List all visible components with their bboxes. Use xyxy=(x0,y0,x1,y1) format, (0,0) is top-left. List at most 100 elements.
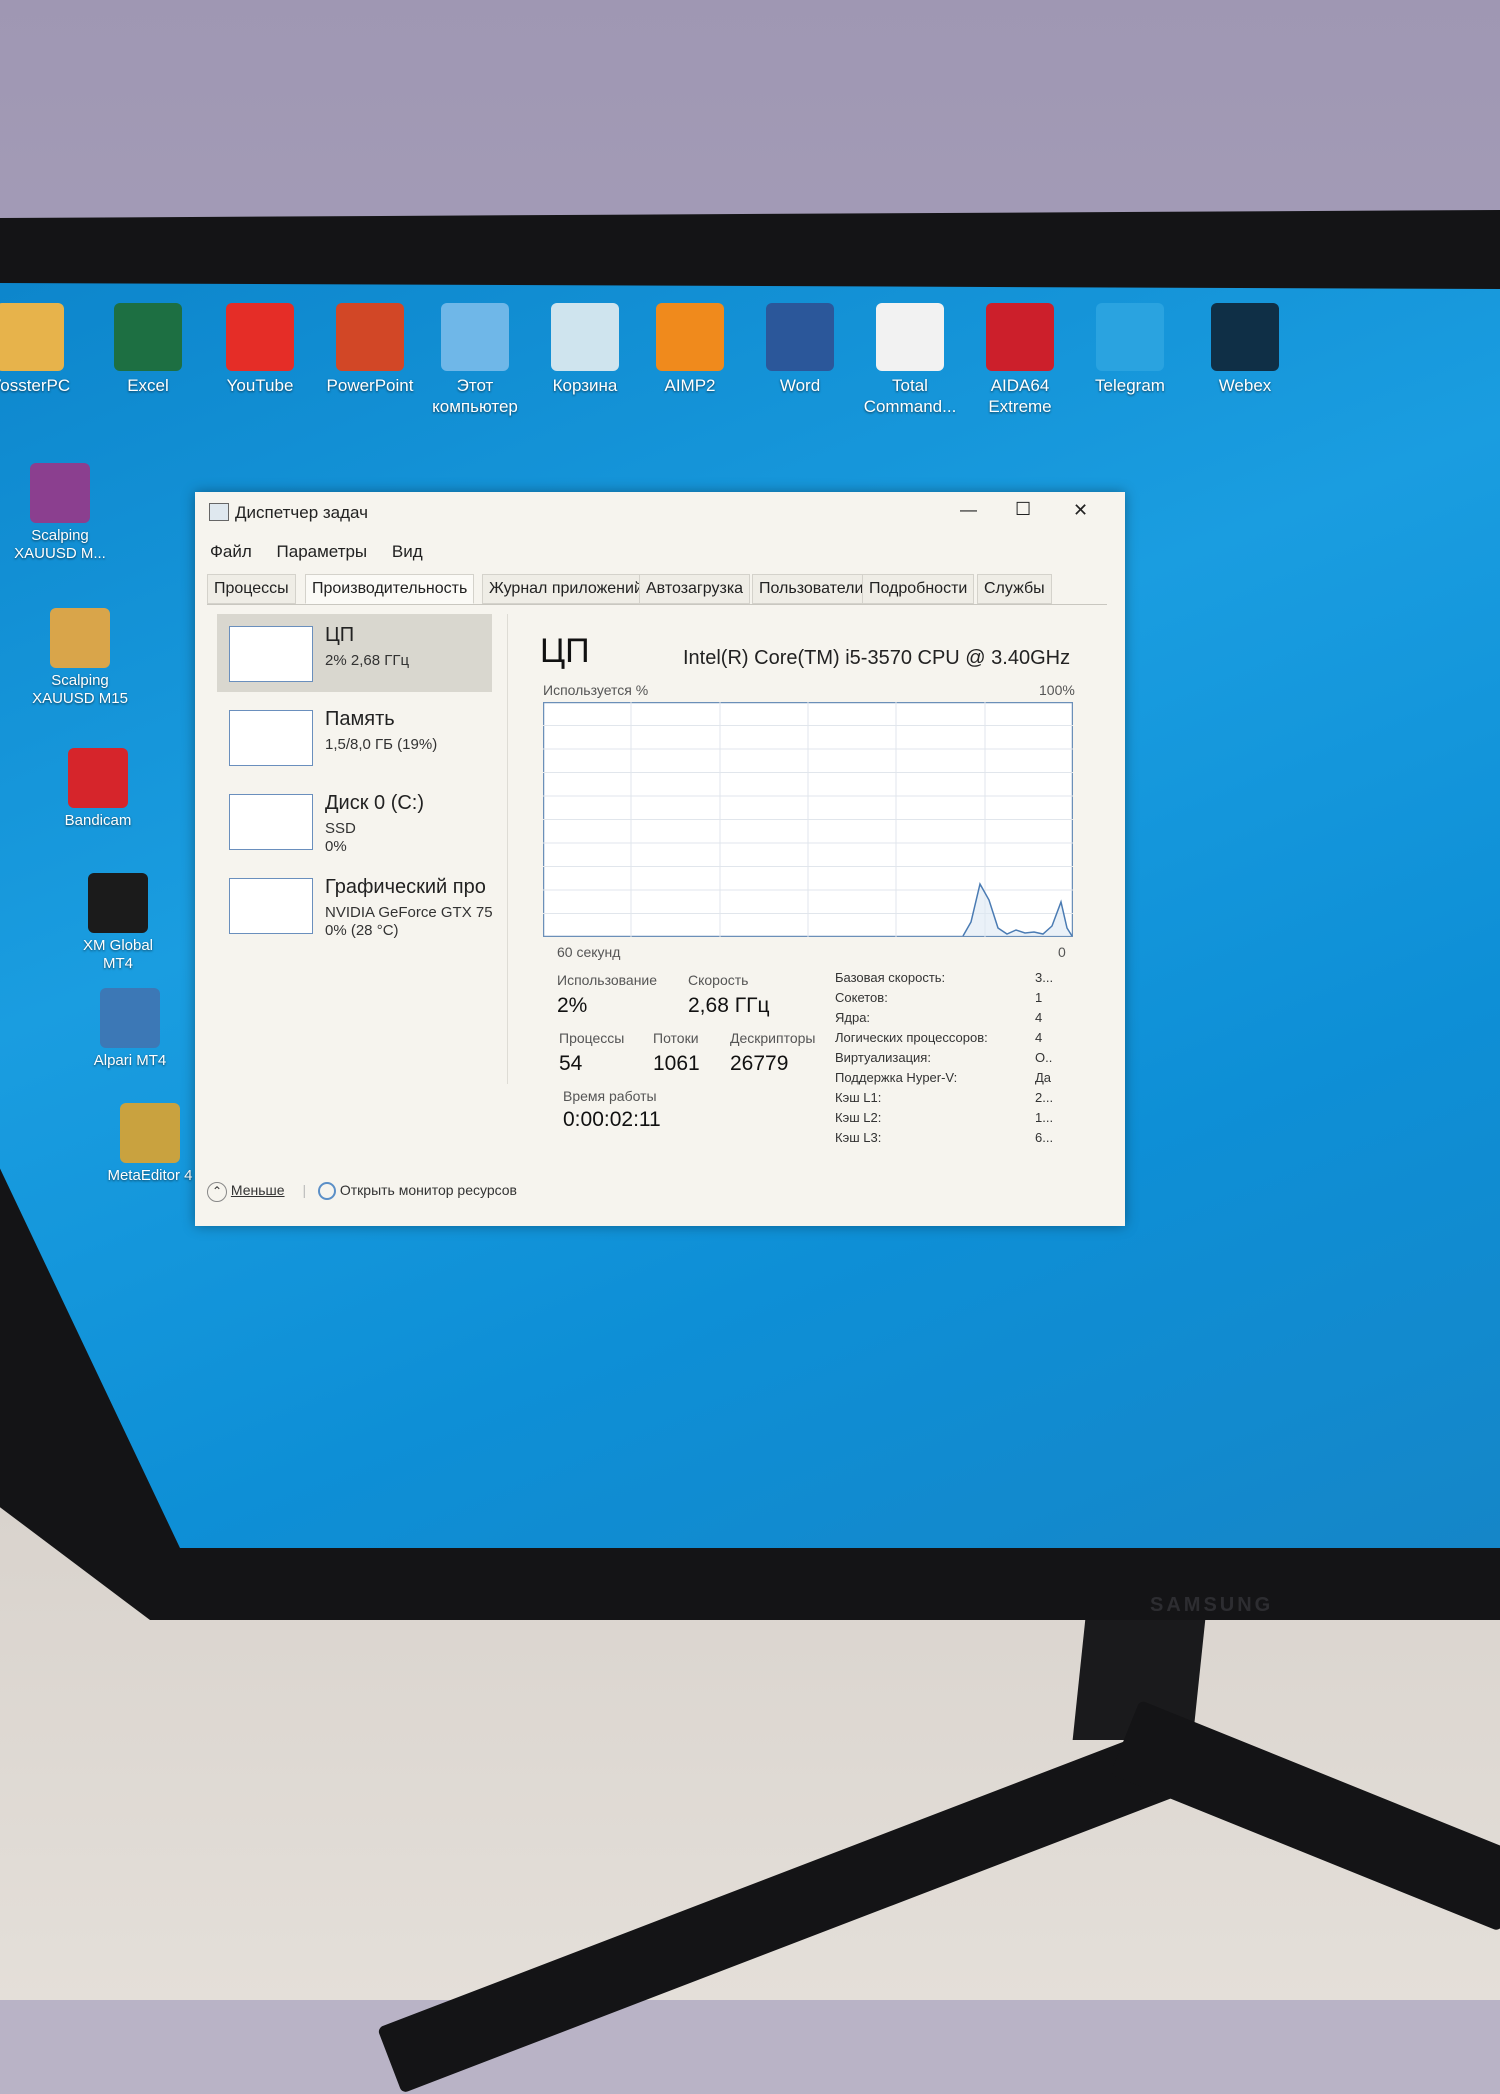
open-resource-monitor-link[interactable]: Открыть монитор ресурсов xyxy=(340,1182,517,1198)
desktop-icon[interactable]: AIDA64 Extreme xyxy=(970,303,1070,417)
desktop-icon-label: Webex xyxy=(1218,376,1272,395)
handles-value: 26779 xyxy=(730,1052,789,1075)
user-folder-icon xyxy=(0,303,64,371)
spec-value: 3... xyxy=(1035,970,1054,985)
maximize-button[interactable]: ☐ xyxy=(1015,499,1031,520)
performance-sidebar: ЦП 2% 2,68 ГГц Память 1,5/8,0 ГБ (19%) Д… xyxy=(207,614,508,1084)
desktop-icon[interactable]: Alpari MT4 xyxy=(80,988,180,1070)
tab-app-history[interactable]: Журнал приложений xyxy=(482,574,650,604)
tab-processes[interactable]: Процессы xyxy=(207,574,296,604)
desktop-icon[interactable]: VossterPC xyxy=(0,303,80,396)
threads-label: Потоки xyxy=(653,1030,699,1046)
spec-value: О.. xyxy=(1035,1050,1053,1065)
resource-monitor-icon xyxy=(317,1182,336,1201)
spec-key: Виртуализация: xyxy=(835,1050,931,1065)
sidebar-item-cpu[interactable]: ЦП 2% 2,68 ГГц xyxy=(217,614,492,692)
tab-users[interactable]: Пользователи xyxy=(752,574,871,604)
chevron-up-icon[interactable]: ⌃ xyxy=(207,1182,227,1202)
gpu-thumbnail xyxy=(229,878,313,934)
processes-label: Процессы xyxy=(559,1030,625,1046)
sidebar-item-label: ЦП xyxy=(325,624,355,646)
total-commander-icon xyxy=(876,303,944,371)
spec-key: Кэш L3: xyxy=(835,1130,882,1145)
tab-details[interactable]: Подробности xyxy=(862,574,975,604)
window-titlebar: Диспетчер задач — ☐ ✕ xyxy=(195,492,1125,532)
menu-bar: Файл Параметры Вид xyxy=(210,542,443,562)
desktop-icon-label: AIMP2 xyxy=(664,376,716,395)
desktop-icon[interactable]: XM Global MT4 xyxy=(68,873,168,973)
spec-value: 1 xyxy=(1035,990,1043,1005)
spec-value: 4 xyxy=(1035,1030,1043,1045)
sidebar-item-detail: SSD xyxy=(325,820,356,837)
sidebar-item-label: Диск 0 (C:) xyxy=(325,792,425,814)
powerpoint-icon xyxy=(336,303,404,371)
desktop-icon-label: PowerPoint xyxy=(326,376,414,395)
sidebar-item-detail: 0% (28 °C) xyxy=(325,922,399,939)
tab-bar: Процессы Производительность Журнал прило… xyxy=(207,574,1107,605)
winrar-icon xyxy=(30,463,90,523)
desktop-icon[interactable]: AIMP2 xyxy=(640,303,740,396)
spec-value: 1... xyxy=(1035,1110,1054,1125)
desktop-icon[interactable]: Total Command... xyxy=(860,303,960,417)
desktop-icon-label: XM Global MT4 xyxy=(82,937,154,972)
usage-value: 2% xyxy=(557,994,588,1017)
tab-startup[interactable]: Автозагрузка xyxy=(639,574,751,604)
desktop-icon-label: AIDA64 Extreme xyxy=(988,376,1052,416)
word-icon xyxy=(766,303,834,371)
menu-view[interactable]: Вид xyxy=(392,542,423,561)
desktop-icon[interactable]: Bandicam xyxy=(48,748,148,830)
cpu-heading: ЦП xyxy=(540,632,590,670)
graph-max-label: 100% xyxy=(1039,682,1075,698)
desktop-icon[interactable]: Excel xyxy=(98,303,198,396)
desktop-icon[interactable]: Telegram xyxy=(1080,303,1180,396)
webex-icon xyxy=(1211,303,1279,371)
desktop-icon[interactable]: Webex xyxy=(1195,303,1295,396)
desktop-icon[interactable]: Word xyxy=(750,303,850,396)
desktop-icon[interactable]: Этот компьютер xyxy=(425,303,525,417)
metaeditor-icon xyxy=(120,1103,180,1163)
desktop-icon[interactable]: Scalping XAUUSD M15 xyxy=(30,608,130,708)
processes-value: 54 xyxy=(559,1052,583,1075)
sidebar-item-detail: 1,5/8,0 ГБ (19%) xyxy=(325,736,438,753)
sidebar-item-memory[interactable]: Память 1,5/8,0 ГБ (19%) xyxy=(217,698,492,776)
cpu-model: Intel(R) Core(TM) i5-3570 CPU @ 3.40GHz xyxy=(683,647,1071,669)
desktop-icon-label: Bandicam xyxy=(64,812,132,829)
bandicam-icon xyxy=(68,748,128,808)
cpu-usage-graph xyxy=(543,702,1073,937)
uptime-label: Время работы xyxy=(563,1088,657,1104)
desktop-icon-label: Scalping XAUUSD M15 xyxy=(32,672,128,707)
uptime-value: 0:00:02:11 xyxy=(563,1108,661,1131)
menu-options[interactable]: Параметры xyxy=(277,542,368,561)
desktop-icon[interactable]: YouTube xyxy=(210,303,310,396)
desktop-icon[interactable]: PowerPoint xyxy=(320,303,420,396)
sidebar-item-label: Графический про xyxy=(325,876,486,898)
menu-file[interactable]: Файл xyxy=(210,542,252,561)
sidebar-item-detail: 0% xyxy=(325,838,347,855)
desktop-icon[interactable]: MetaEditor 4 xyxy=(100,1103,200,1185)
desktop-icon[interactable]: Корзина xyxy=(535,303,635,396)
sidebar-item-gpu[interactable]: Графический про NVIDIA GeForce GTX 75( 0… xyxy=(217,866,493,944)
sidebar-item-label: Память xyxy=(325,708,395,730)
tab-services[interactable]: Службы xyxy=(977,574,1052,604)
computer-icon xyxy=(441,303,509,371)
youtube-icon xyxy=(226,303,294,371)
desktop-icon-label: Этот компьютер xyxy=(432,376,518,416)
minimize-button[interactable]: — xyxy=(960,500,977,520)
tab-performance[interactable]: Производительность xyxy=(305,574,475,604)
desktop-icon[interactable]: Scalping XAUUSD M... xyxy=(10,463,110,563)
graph-zero-label: 0 xyxy=(1058,944,1066,960)
window-title: Диспетчер задач xyxy=(235,503,368,522)
spec-value: 6... xyxy=(1035,1130,1054,1145)
spec-key: Поддержка Hyper-V: xyxy=(835,1070,958,1085)
threads-value: 1061 xyxy=(653,1052,700,1075)
folder-icon xyxy=(50,608,110,668)
cpu-specs: Базовая скорость: 3... Сокетов: 1 Ядра: 4 Логи… xyxy=(835,970,1085,1170)
close-button[interactable]: ✕ xyxy=(1073,500,1088,521)
fewer-details-link[interactable]: Меньше xyxy=(231,1182,285,1198)
spec-value: 2... xyxy=(1035,1090,1054,1105)
desktop-icon-label: YouTube xyxy=(226,376,294,395)
desktop-icon-label: Корзина xyxy=(552,376,618,395)
spec-key: Базовая скорость: xyxy=(835,970,946,985)
graph-label: Используется % xyxy=(543,682,649,698)
sidebar-item-disk[interactable]: Диск 0 (C:) SSD 0% xyxy=(217,782,492,860)
